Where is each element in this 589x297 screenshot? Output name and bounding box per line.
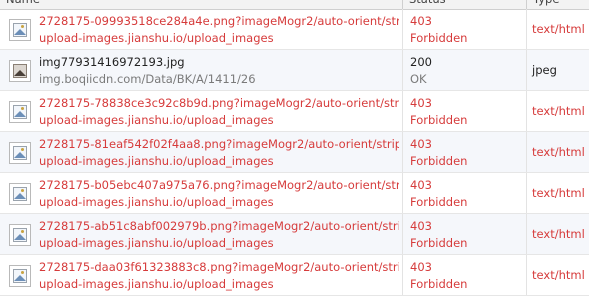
image-file-icon: [9, 183, 31, 205]
request-file-name: 2728175-daa03f61323883c8.png?imageMogr2/…: [39, 260, 399, 274]
status-text: OK: [410, 72, 427, 86]
request-file-name: 2728175-78838ce3c92c8b9d.png?imageMogr2/…: [39, 96, 399, 110]
content-type: text/html: [532, 145, 585, 159]
status-text: Forbidden: [410, 195, 468, 209]
request-name-cell: 2728175-daa03f61323883c8.png?imageMogr2/…: [39, 259, 399, 293]
table-row[interactable]: 2728175-ab51c8abf002979b.png?imageMogr2/…: [0, 214, 589, 255]
status-cell: 403 Forbidden: [410, 13, 522, 47]
request-host-path: upload-images.jianshu.io/upload_images: [39, 31, 274, 45]
table-body: 2728175-09993518ce284a4e.png?imageMogr2/…: [0, 9, 589, 296]
request-host-path: upload-images.jianshu.io/upload_images: [39, 154, 274, 168]
column-header-status[interactable]: Status: [402, 0, 526, 9]
status-cell: 403 Forbidden: [410, 95, 522, 129]
content-type: text/html: [532, 227, 585, 241]
status-cell: 403 Forbidden: [410, 177, 522, 211]
status-cell: 200 OK: [410, 54, 522, 88]
request-name-cell: 2728175-78838ce3c92c8b9d.png?imageMogr2/…: [39, 95, 399, 129]
content-type: jpeg: [532, 63, 557, 77]
status-text: Forbidden: [410, 31, 468, 45]
table-row[interactable]: img77931416972193.jpg img.boqiicdn.com/D…: [0, 50, 589, 91]
request-host-path: upload-images.jianshu.io/upload_images: [39, 236, 274, 250]
request-name-cell: 2728175-b05ebc407a975a76.png?imageMogr2/…: [39, 177, 399, 211]
status-text: Forbidden: [410, 154, 468, 168]
network-requests-table: Name Status Type 2728175-09993518ce284a4…: [0, 0, 589, 297]
table-row[interactable]: 2728175-09993518ce284a4e.png?imageMogr2/…: [0, 9, 589, 50]
table-row[interactable]: 2728175-81eaf542f02f4aa8.png?imageMogr2/…: [0, 132, 589, 173]
status-code: 403: [410, 14, 432, 28]
status-cell: 403 Forbidden: [410, 218, 522, 252]
image-file-icon: [9, 224, 31, 246]
request-name-cell: 2728175-ab51c8abf002979b.png?imageMogr2/…: [39, 218, 399, 252]
request-host-path: upload-images.jianshu.io/upload_images: [39, 277, 274, 291]
content-type: text/html: [532, 186, 585, 200]
image-file-icon: [9, 265, 31, 287]
request-host-path: img.boqiicdn.com/Data/BK/A/1411/26: [39, 72, 256, 86]
table-row[interactable]: 2728175-b05ebc407a975a76.png?imageMogr2/…: [0, 173, 589, 214]
table-row[interactable]: 2728175-daa03f61323883c8.png?imageMogr2/…: [0, 255, 589, 296]
status-cell: 403 Forbidden: [410, 136, 522, 170]
column-header-type[interactable]: Type: [526, 0, 589, 9]
status-code: 403: [410, 96, 432, 110]
request-name-cell: img77931416972193.jpg img.boqiicdn.com/D…: [39, 54, 399, 88]
request-file-name: 2728175-ab51c8abf002979b.png?imageMogr2/…: [39, 219, 399, 233]
request-file-name: 2728175-b05ebc407a975a76.png?imageMogr2/…: [39, 178, 399, 192]
status-code: 403: [410, 137, 432, 151]
request-file-name: 2728175-81eaf542f02f4aa8.png?imageMogr2/…: [39, 137, 399, 151]
table-row[interactable]: 2728175-78838ce3c92c8b9d.png?imageMogr2/…: [0, 91, 589, 132]
status-code: 403: [410, 260, 432, 274]
column-header-name[interactable]: Name: [0, 0, 402, 9]
request-file-name: 2728175-09993518ce284a4e.png?imageMogr2/…: [39, 14, 399, 28]
request-name-cell: 2728175-81eaf542f02f4aa8.png?imageMogr2/…: [39, 136, 399, 170]
request-name-cell: 2728175-09993518ce284a4e.png?imageMogr2/…: [39, 13, 399, 47]
status-text: Forbidden: [410, 113, 468, 127]
image-thumbnail-icon: [9, 60, 31, 82]
image-file-icon: [9, 142, 31, 164]
content-type: text/html: [532, 268, 585, 282]
request-host-path: upload-images.jianshu.io/upload_images: [39, 113, 274, 127]
request-file-name: img77931416972193.jpg: [39, 55, 185, 69]
image-file-icon: [9, 19, 31, 41]
status-code: 403: [410, 178, 432, 192]
status-cell: 403 Forbidden: [410, 259, 522, 293]
status-text: Forbidden: [410, 236, 468, 250]
status-code: 403: [410, 219, 432, 233]
content-type: text/html: [532, 104, 585, 118]
content-type: text/html: [532, 22, 585, 36]
request-host-path: upload-images.jianshu.io/upload_images: [39, 195, 274, 209]
image-file-icon: [9, 101, 31, 123]
status-code: 200: [410, 55, 432, 69]
status-text: Forbidden: [410, 277, 468, 291]
